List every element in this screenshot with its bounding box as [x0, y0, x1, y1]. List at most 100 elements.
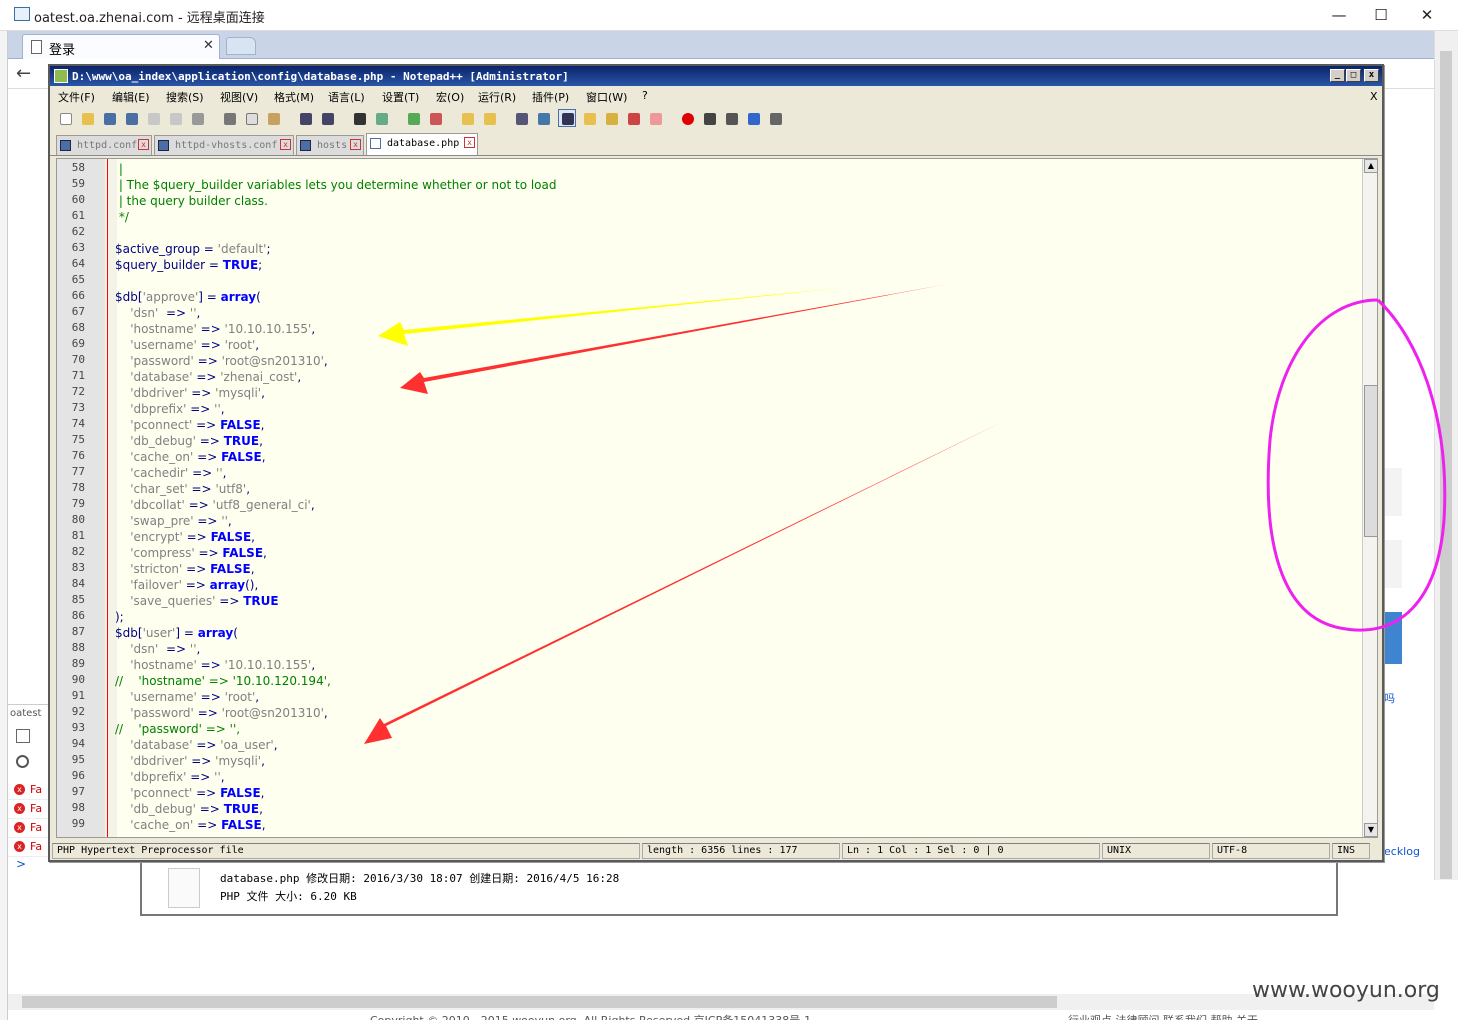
code-line[interactable]: 'db_debug' => TRUE, [115, 801, 263, 817]
indent-guide-icon[interactable] [558, 109, 576, 127]
menu-search[interactable]: 搜索(S) [166, 89, 204, 105]
open-file-icon[interactable] [78, 109, 96, 127]
paste-icon[interactable] [264, 109, 282, 127]
blue-button[interactable] [1384, 612, 1402, 664]
console-error-row[interactable]: x Fa [8, 819, 50, 838]
code-line[interactable]: 'swap_pre' => '', [115, 513, 232, 529]
scrollbar-thumb[interactable] [1364, 385, 1377, 537]
stop-macro-icon[interactable] [700, 109, 718, 127]
console-error-row[interactable]: x Fa [8, 838, 50, 857]
close-file-icon[interactable] [144, 109, 162, 127]
code-line[interactable]: 'cache_on' => FALSE, [115, 449, 265, 465]
tab-close-icon[interactable]: x [280, 139, 291, 150]
play-macro-icon[interactable] [722, 109, 740, 127]
menu-macro[interactable]: 宏(O) [436, 89, 464, 105]
code-line[interactable]: 'dbprefix' => '', [115, 401, 224, 417]
code-line[interactable]: 'password' => 'root@sn201310', [115, 705, 327, 721]
close-all-icon[interactable] [166, 109, 184, 127]
new-file-icon[interactable] [56, 109, 74, 127]
code-line[interactable]: | The $query_builder variables lets you … [115, 177, 557, 193]
new-tab-button[interactable] [226, 37, 256, 55]
code-line[interactable]: 'dbprefix' => '', [115, 769, 224, 785]
find-icon[interactable] [350, 109, 368, 127]
maximize-button[interactable]: ☐ [1358, 4, 1404, 26]
code-line[interactable]: | the query builder class. [115, 193, 268, 209]
code-line[interactable]: // 'password' => '', [115, 721, 240, 737]
code-line[interactable]: $db['user'] = array( [115, 625, 238, 641]
menu-file[interactable]: 文件(F) [58, 89, 95, 105]
tab-httpd-vhosts-conf[interactable]: httpd-vhosts.conf x [154, 135, 294, 155]
save-macro-icon[interactable] [766, 109, 784, 127]
code-line[interactable]: 'compress' => FALSE, [115, 545, 267, 561]
scroll-up-arrow-icon[interactable]: ▲ [1364, 159, 1377, 173]
npp-minimize-button[interactable]: _ [1330, 69, 1345, 82]
menu-edit[interactable]: 编辑(E) [112, 89, 150, 105]
show-all-chars-icon[interactable] [534, 109, 552, 127]
panel-link[interactable]: 吗 [1384, 690, 1395, 706]
code-line[interactable]: 'db_debug' => TRUE, [115, 433, 263, 449]
back-arrow-icon[interactable]: ← [16, 63, 31, 84]
function-list-icon[interactable] [602, 109, 620, 127]
undo-icon[interactable] [296, 109, 314, 127]
code-line[interactable]: 'dbdriver' => 'mysqli', [115, 385, 265, 401]
run-macro-multiple-icon[interactable] [744, 109, 762, 127]
code-line[interactable]: 'pconnect' => FALSE, [115, 785, 264, 801]
tab-close-icon[interactable]: x [464, 137, 475, 148]
tab-httpd-conf[interactable]: httpd.conf x [56, 135, 152, 155]
zoom-in-icon[interactable] [404, 109, 422, 127]
scroll-down-arrow-icon[interactable]: ▼ [1364, 823, 1377, 837]
code-line[interactable]: 'save_queries' => TRUE [115, 593, 278, 609]
console-prompt[interactable]: > [16, 857, 26, 871]
doc-map-icon[interactable] [580, 109, 598, 127]
code-line[interactable]: 'cache_on' => FALSE, [115, 817, 265, 833]
page-horizontal-scrollbar[interactable] [8, 994, 1434, 1010]
footer-links[interactable]: 行业观点 法律顾问 联系我们 帮助 关于 [1068, 1012, 1258, 1020]
save-all-icon[interactable] [122, 109, 140, 127]
devtools-tab[interactable]: oatest [10, 708, 41, 719]
code-line[interactable]: 'password' => 'root@sn201310', [115, 353, 327, 369]
status-eol[interactable]: UNIX [1102, 843, 1210, 859]
code-line[interactable]: $db['approve'] = array( [115, 289, 261, 305]
code-line[interactable]: 'cachedir' => '', [115, 465, 226, 481]
replace-icon[interactable] [372, 109, 390, 127]
code-line[interactable]: ); [115, 609, 124, 625]
tab-hosts[interactable]: hosts x [296, 135, 364, 155]
code-line[interactable]: $query_builder = TRUE; [115, 257, 262, 273]
word-wrap-icon[interactable] [512, 109, 530, 127]
sync-vertical-icon[interactable] [458, 109, 476, 127]
editor-vertical-scrollbar[interactable]: ▲ ▼ [1362, 159, 1377, 837]
code-line[interactable]: 'stricton' => FALSE, [115, 561, 254, 577]
tab-close-icon[interactable]: x [350, 139, 361, 150]
browser-tab-login[interactable]: 登录 ✕ [22, 34, 220, 59]
code-line[interactable]: $active_group = 'default'; [115, 241, 271, 257]
clear-console-icon[interactable] [16, 755, 29, 768]
code-line[interactable]: 'dsn' => '', [115, 641, 200, 657]
sync-horizontal-icon[interactable] [480, 109, 498, 127]
copy-icon[interactable] [242, 109, 260, 127]
menu-settings[interactable]: 设置(T) [382, 89, 419, 105]
tab-close-icon[interactable]: ✕ [203, 38, 214, 53]
code-line[interactable]: 'username' => 'root', [115, 689, 259, 705]
print-icon[interactable] [188, 109, 206, 127]
inspect-icon[interactable] [16, 729, 30, 743]
menu-language[interactable]: 语言(L) [328, 89, 365, 105]
menu-run[interactable]: 运行(R) [478, 89, 516, 105]
code-line[interactable]: 'hostname' => '10.10.10.155', [115, 657, 315, 673]
cut-icon[interactable] [220, 109, 238, 127]
code-line[interactable]: 'dsn' => '', [115, 305, 200, 321]
code-line[interactable]: 'username' => 'root', [115, 337, 259, 353]
code-line[interactable]: 'dbcollat' => 'utf8_general_ci', [115, 497, 314, 513]
save-icon[interactable] [100, 109, 118, 127]
scrollbar-thumb[interactable] [1440, 51, 1452, 879]
zoom-out-icon[interactable] [426, 109, 444, 127]
npp-maximize-button[interactable]: □ [1346, 69, 1361, 82]
code-editor[interactable]: 58 | 59 | The $query_builder variables le… [56, 158, 1378, 838]
tab-database-php[interactable]: database.php x [366, 133, 478, 155]
menu-plugins[interactable]: 插件(P) [532, 89, 569, 105]
status-encoding[interactable]: UTF-8 [1212, 843, 1330, 859]
menu-help[interactable]: ? [642, 89, 648, 102]
monitoring-icon[interactable] [646, 109, 664, 127]
menu-view[interactable]: 视图(V) [220, 89, 258, 105]
page-vertical-scrollbar[interactable] [1434, 31, 1458, 880]
code-line[interactable]: 'encrypt' => FALSE, [115, 529, 255, 545]
